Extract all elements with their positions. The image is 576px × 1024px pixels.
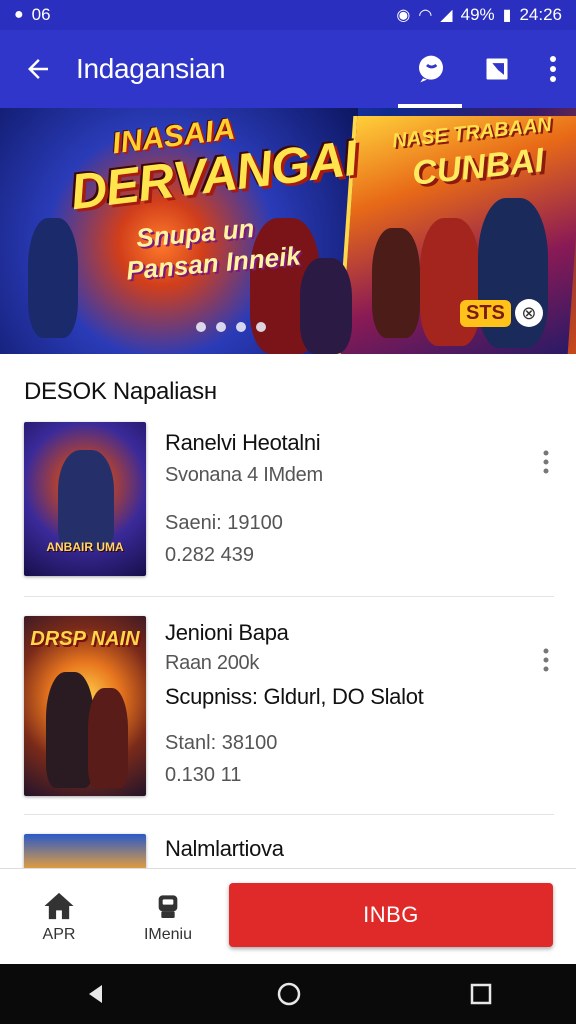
page-title: Indagansian	[76, 53, 226, 84]
hero-figure	[300, 258, 352, 354]
notification-icon: ●	[14, 6, 24, 23]
item-stat: 0.130 11	[165, 764, 242, 786]
chat-bubble-icon	[419, 55, 443, 83]
signal-icon: ◢	[440, 7, 453, 24]
primary-cta-button[interactable]: INBG	[229, 883, 553, 947]
nav-menu[interactable]: IMeniu	[128, 869, 208, 965]
close-circle-icon[interactable]: ⊗	[514, 299, 543, 327]
item-title: Ranelvi Heotalni	[165, 430, 321, 455]
nav-home[interactable]: APR	[20, 869, 98, 965]
bookmark-icon	[486, 58, 508, 80]
divider	[24, 814, 554, 815]
carousel-dot[interactable]	[196, 322, 206, 332]
more-vert-icon	[543, 450, 549, 474]
system-navigation-bar	[0, 964, 576, 1024]
battery-percent: 49%	[460, 5, 495, 24]
item-detail: Scupniss: Gldurl, DO Slalot	[165, 684, 424, 709]
item-menu-button[interactable]	[534, 448, 558, 476]
chat-button[interactable]	[398, 30, 464, 108]
nav-menu-label: IMeniu	[143, 926, 193, 943]
item-subtitle: Svonana 4 IMdem	[165, 464, 323, 486]
bookmark-button[interactable]	[464, 30, 530, 108]
home-icon	[44, 892, 74, 920]
item-title: Jenioni Bapa	[165, 620, 289, 645]
status-left-text: 06	[31, 5, 51, 24]
list-item[interactable]: DRSP NAIN Jenioni Bapa Raan 200k Scupnis…	[0, 614, 576, 804]
status-bar: ● 06 ◉ ◠ ◢ 49% ▮ 24:26	[0, 0, 576, 30]
poster-figure	[46, 672, 94, 788]
hero-banner[interactable]: INASAIA DERVANGAI Snupa un Pansan Inneik…	[0, 108, 576, 354]
battery-icon: ▮	[502, 7, 512, 24]
item-stat: Stanl: 38100	[165, 732, 278, 754]
app-bar: Indagansian	[0, 30, 576, 108]
item-stat: 0.282 439	[165, 544, 254, 566]
item-subtitle: Raan 200k	[165, 652, 260, 674]
item-stat: Saeni: 19100	[165, 512, 283, 534]
poster-figure	[58, 450, 114, 550]
recents-square-icon[interactable]	[470, 983, 492, 1005]
more-button[interactable]	[530, 30, 576, 108]
poster-image	[24, 834, 146, 868]
more-vert-icon	[550, 56, 556, 82]
hero-figure	[28, 218, 78, 338]
wifi-icon: ◠	[418, 7, 433, 24]
poster-figure	[88, 688, 128, 788]
robot-icon	[158, 895, 178, 918]
carousel-dot[interactable]	[216, 322, 226, 332]
home-circle-icon[interactable]	[276, 981, 302, 1007]
poster-image: DRSP NAIN	[24, 616, 146, 796]
list-item[interactable]: ANBAIR UMA Ranelvi Heotalni Svonana 4 IM…	[0, 420, 576, 586]
more-vert-icon	[543, 648, 549, 672]
clock: 24:26	[519, 5, 562, 24]
back-button[interactable]	[0, 30, 76, 108]
poster-image: ANBAIR UMA	[24, 422, 146, 576]
badge-label: STS	[460, 299, 511, 327]
item-menu-button[interactable]	[534, 646, 558, 674]
divider	[24, 596, 554, 597]
hero-figure	[372, 228, 420, 338]
poster-caption: ANBAIR UMA	[46, 540, 124, 554]
arrow-left-icon	[28, 59, 48, 79]
section-title: DESOK Napaliasн	[24, 378, 217, 405]
back-triangle-icon[interactable]	[84, 982, 108, 1006]
carousel-indicator[interactable]	[196, 322, 266, 332]
poster-caption: DRSP NAIN	[30, 628, 140, 650]
carousel-dot[interactable]	[256, 322, 266, 332]
carousel-dot[interactable]	[236, 322, 246, 332]
list-item[interactable]: Nalmlartiova	[0, 832, 576, 868]
banner-badge[interactable]: STS ⊗	[460, 296, 552, 330]
item-title: Nalmlartiova	[165, 836, 284, 861]
eye-icon: ◉	[396, 7, 411, 24]
bottom-action-bar: APR IMeniu INBG	[0, 868, 576, 964]
nav-home-label: APR	[42, 926, 76, 943]
